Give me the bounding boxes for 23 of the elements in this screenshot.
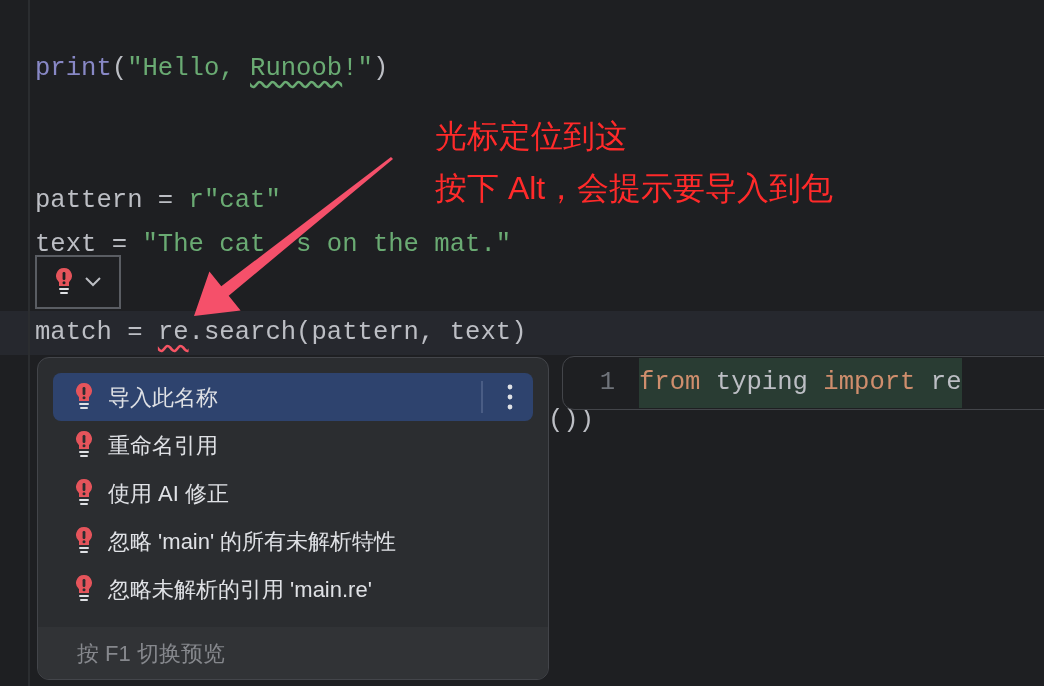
more-options-icon[interactable] — [507, 384, 513, 410]
code-line: ()) — [548, 404, 595, 437]
bulb-icon — [75, 430, 93, 460]
bulb-icon — [75, 526, 93, 556]
bulb-icon — [75, 574, 93, 604]
bulb-icon — [55, 267, 73, 297]
code-line: text = "The cat s on the mat." — [35, 228, 512, 261]
annotation-text: 光标定位到这 — [435, 117, 628, 156]
menu-item[interactable]: 忽略未解析的引用 'main.re' — [53, 565, 533, 613]
line-number: 1 — [598, 366, 616, 399]
menu-item[interactable]: 忽略 'main' 的所有未解析特性 — [53, 517, 533, 565]
menu-item[interactable]: 重命名引用 — [53, 421, 533, 469]
bulb-icon — [75, 478, 93, 508]
intention-bulb-button[interactable] — [35, 255, 121, 309]
menu-item[interactable]: 使用 AI 修正 — [53, 469, 533, 517]
annotation-text: 按下 Alt，会提示要导入到包 — [435, 169, 834, 208]
code-line: pattern = r"cat" — [35, 184, 281, 217]
chevron-down-icon — [85, 277, 101, 287]
menu-footer-hint: 按 F1 切换预览 — [38, 627, 548, 679]
menu-item[interactable]: 导入此名称 — [53, 373, 533, 421]
bulb-icon — [75, 382, 93, 412]
code-line: print("Hello, Runoob!") — [35, 52, 389, 85]
code-line: match = re.search(pattern, text) — [35, 316, 527, 349]
